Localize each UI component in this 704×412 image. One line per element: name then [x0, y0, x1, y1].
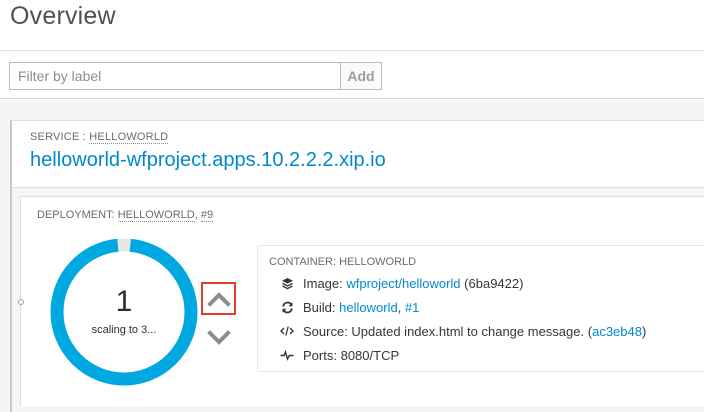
container-panel: CONTAINER: HELLOWORLD Image: wfproject/h… — [257, 245, 704, 372]
build-number-link[interactable]: #1 — [405, 300, 419, 315]
scaling-status: scaling to 3... — [91, 324, 157, 336]
code-icon — [280, 324, 294, 338]
container-label: CONTAINER: HELLOWORLD — [269, 256, 417, 268]
deployment-label-sep: , — [194, 209, 201, 221]
ports-value: 8080/TCP — [340, 347, 400, 363]
ports-label: Ports: — [303, 347, 337, 363]
source-row: Source: Updated index.html to change mes… — [280, 321, 646, 341]
source-commit-link[interactable]: ac3eb48 — [592, 324, 642, 339]
image-label: Image: — [303, 275, 343, 291]
service-card: SERVICE : HELLOWORLD helloworld-wfprojec… — [10, 120, 704, 412]
pulse-icon — [280, 348, 294, 362]
connector-dot — [18, 299, 24, 305]
image-row: Image: wfproject/helloworld (6ba9422) — [280, 273, 523, 293]
deployment-label-prefix: DEPLOYMENT: — [37, 209, 118, 221]
refresh-icon — [280, 300, 294, 314]
image-link[interactable]: wfproject/helloworld — [346, 276, 460, 291]
build-row: Build: helloworld, #1 — [280, 297, 419, 317]
source-label: Source: Updated index.html to change mes… — [303, 323, 585, 339]
layers-icon — [280, 276, 294, 290]
source-close: ) — [641, 323, 647, 339]
service-route-link[interactable]: helloworld-wfproject.apps.10.2.2.2.xip.i… — [30, 149, 386, 172]
filter-input[interactable] — [9, 62, 341, 90]
build-link[interactable]: helloworld — [339, 300, 398, 315]
chevron-up-icon — [206, 291, 231, 307]
filter-bar: Add — [0, 52, 704, 99]
add-filter-button[interactable]: Add — [341, 62, 382, 90]
service-label-prefix: SERVICE : — [30, 131, 90, 143]
deployment-name[interactable]: HELLOWORLD — [117, 209, 195, 222]
service-label: SERVICE : HELLOWORLD — [30, 131, 169, 144]
deployment-version-link[interactable]: #9 — [200, 209, 214, 222]
deployment-area: DEPLOYMENT: HELLOWORLD, #9 1 scaling to … — [12, 187, 704, 412]
page-header: Overview — [0, 0, 704, 51]
service-name[interactable]: HELLOWORLD — [89, 131, 169, 144]
pod-count: 1 — [115, 285, 133, 318]
chevron-down-icon — [206, 330, 231, 345]
ports-row: Ports: 8080/TCP — [280, 345, 399, 365]
deployment-card: DEPLOYMENT: HELLOWORLD, #9 1 scaling to … — [18, 196, 704, 406]
overview-content: SERVICE : HELLOWORLD helloworld-wfprojec… — [0, 100, 704, 412]
page-title: Overview — [10, 2, 116, 30]
scale-down-button[interactable] — [203, 327, 234, 349]
scale-up-button[interactable] — [201, 282, 236, 315]
image-id: (6ba9422) — [464, 275, 524, 291]
build-label: Build: — [303, 299, 336, 315]
deployment-label: DEPLOYMENT: HELLOWORLD, #9 — [37, 209, 214, 222]
